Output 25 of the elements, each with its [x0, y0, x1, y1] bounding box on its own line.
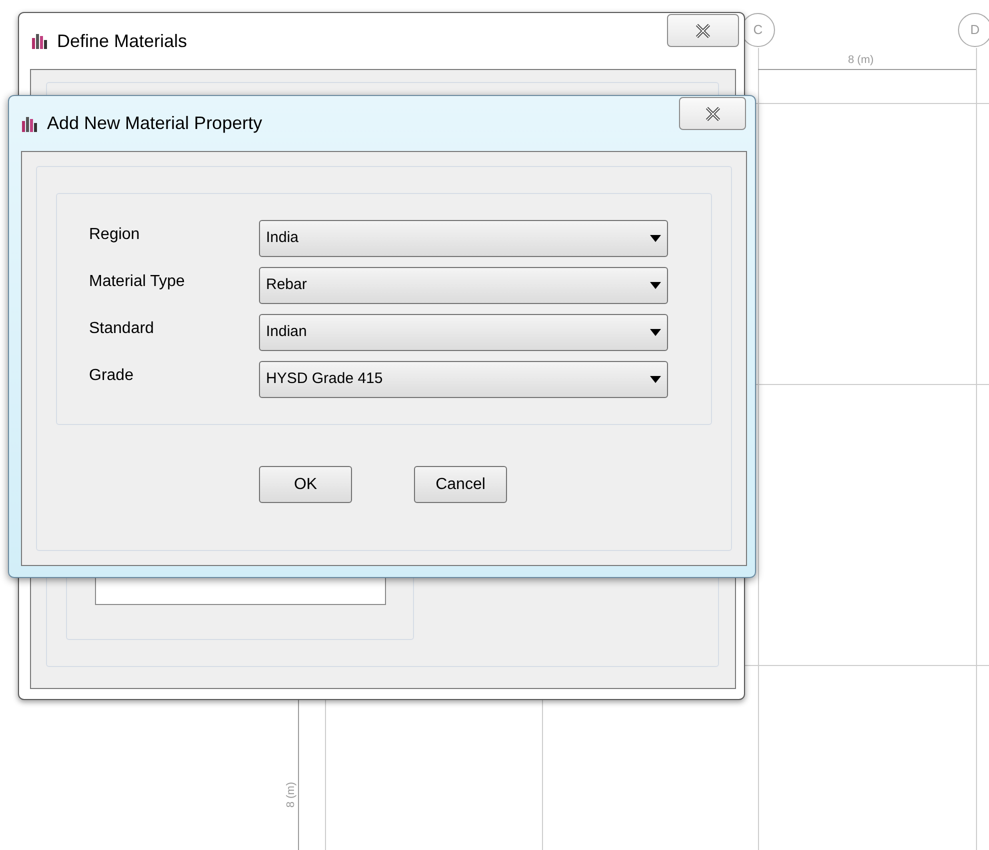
caret-icon	[650, 282, 661, 289]
close-button[interactable]	[667, 14, 739, 47]
dropdown[interactable]: India	[259, 220, 668, 257]
close-button[interactable]	[679, 97, 746, 130]
field-label: Standard	[89, 318, 155, 338]
field-label: Material Type	[89, 272, 186, 292]
close-icon	[695, 24, 711, 38]
dialog-button[interactable]: OK	[259, 466, 352, 503]
close-icon	[704, 106, 720, 120]
dimension-label: 8 (m)	[284, 782, 298, 808]
buildings-icon	[21, 114, 39, 132]
dropdown[interactable]: Indian	[259, 314, 668, 351]
buildings-icon	[31, 32, 49, 50]
dropdown[interactable]: Rebar	[259, 267, 668, 304]
caret-icon	[650, 235, 661, 242]
caret-icon	[650, 329, 661, 336]
dropdown[interactable]: HYSD Grade 415	[259, 361, 668, 398]
window-title: Define Materials	[57, 30, 188, 52]
window-title: Add New Material Property	[47, 112, 262, 135]
caret-icon	[650, 376, 661, 383]
field-label: Region	[89, 224, 141, 244]
grid-bubble: D	[958, 13, 989, 47]
dimension-label: 8 (m)	[848, 53, 874, 68]
field-label: Grade	[89, 366, 134, 386]
dialog-button[interactable]: Cancel	[414, 466, 507, 503]
